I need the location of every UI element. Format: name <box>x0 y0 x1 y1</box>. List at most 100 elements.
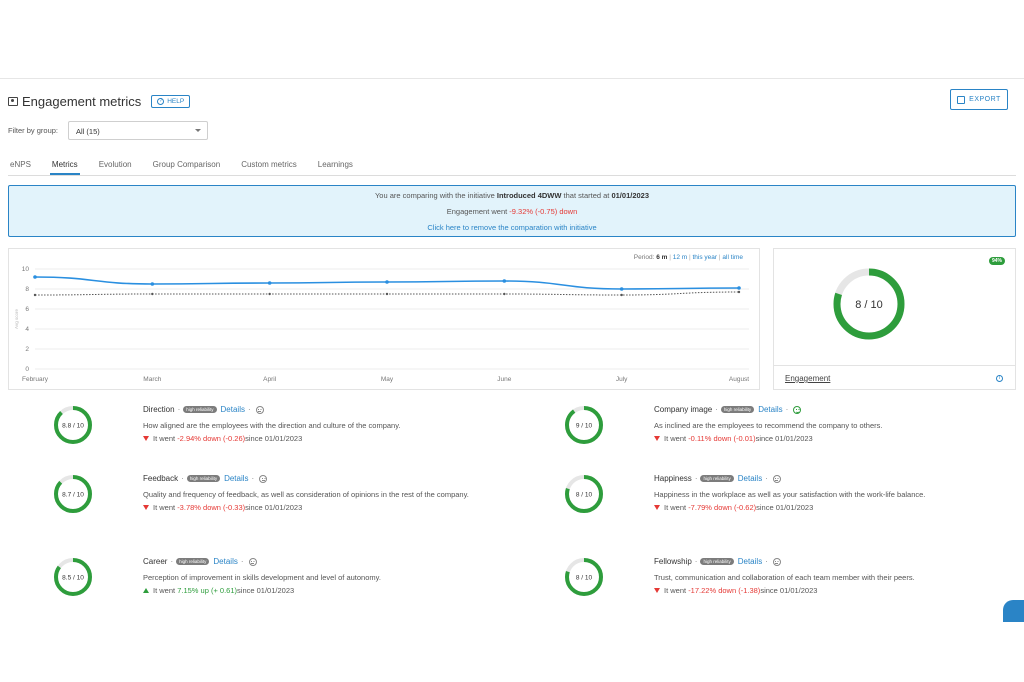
banner-line-change: Engagement went -9.32% (-0.75) down <box>446 207 578 216</box>
reliability-badge: high reliability <box>700 475 734 482</box>
tab-enps[interactable]: eNPS <box>8 159 33 175</box>
neutral-face-icon <box>248 557 257 566</box>
tab-learnings[interactable]: Learnings <box>316 159 355 175</box>
series-point-1 <box>737 290 741 294</box>
metric-score-ring: 8.7 / 10 <box>54 475 92 513</box>
smiley-face-icon <box>793 405 802 414</box>
trend-change: -7.79% down (-0.62) <box>688 503 757 512</box>
tab-group-comparison[interactable]: Group Comparison <box>151 159 223 175</box>
chevron-down-icon <box>195 129 201 132</box>
metric-trend: It went -2.94% down (-0.26) since 01/01/… <box>143 432 483 445</box>
help-icon: ? <box>157 97 165 105</box>
metric-body: Career · high reliability Details · Perceptio… <box>143 556 483 597</box>
reliability-badge: high reliability <box>183 406 217 413</box>
metric-score-text: 8.7 / 10 <box>62 492 84 499</box>
metric-score-ring: 8.8 / 10 <box>54 406 92 444</box>
remove-comparison-link[interactable]: Click here to remove the comparation wit… <box>9 223 1015 232</box>
neutral-face-icon <box>259 474 268 483</box>
reliability-badge: high reliability <box>720 406 755 413</box>
engagement-percent-badge: 94% <box>988 257 1005 265</box>
engagement-link[interactable]: Engagement <box>785 374 830 383</box>
y-tick-label: 10 <box>22 266 30 273</box>
x-tick-label: August <box>729 376 749 383</box>
metric-score-ring: 9 / 10 <box>565 406 603 444</box>
series-point-0 <box>619 287 624 291</box>
help-label: HELP <box>167 97 185 105</box>
metric-header: Career · high reliability Details · <box>143 556 483 567</box>
chat-button[interactable] <box>1003 600 1024 622</box>
export-icon <box>957 95 966 104</box>
series-point-1 <box>620 293 623 297</box>
metric-name: Direction <box>143 405 175 414</box>
metric-card-happiness: 8 / 10 Happiness · high reliability Details ·… <box>563 473 983 533</box>
tab-metrics[interactable]: Metrics <box>49 159 80 175</box>
arrow-down-icon <box>143 505 149 510</box>
details-link[interactable]: Details <box>221 405 245 414</box>
metric-body: Feedback · high reliability Details · Quality… <box>143 473 483 514</box>
details-link[interactable]: Details <box>738 557 762 566</box>
series-point-1 <box>268 292 271 296</box>
engagement-line-chart: 0 2 4 6 8 10 February March April May June July Augu… <box>14 266 749 383</box>
export-button[interactable]: EXPORT <box>950 89 1008 110</box>
tab-evolution[interactable]: Evolution <box>97 159 134 175</box>
metric-name: Company image <box>654 405 713 414</box>
metric-description: Quality and frequency of feedback, as we… <box>143 490 469 499</box>
group-filter-select[interactable]: All (15) <box>68 121 208 140</box>
help-button[interactable]: ? HELP <box>151 94 191 108</box>
group-filter-value: All (15) <box>76 127 100 136</box>
banner-line-initiative: You are comparing with the initiative In… <box>374 191 650 200</box>
initiative-name: Introduced 4DWW <box>496 191 562 200</box>
metric-card-feedback: 8.7 / 10 Feedback · high reliability Details… <box>52 473 472 533</box>
arrow-down-icon <box>654 436 660 441</box>
x-tick-label: March <box>143 376 161 383</box>
metric-score-text: 8 / 10 <box>576 575 593 582</box>
initiative-comparison-banner: You are comparing with the initiative In… <box>8 185 1016 237</box>
arrow-down-icon <box>654 588 660 593</box>
metric-card-company-image: 9 / 10 Company image · high reliability Deta… <box>563 404 983 464</box>
engagement-trend-card: Period: 6 m | 12 m | this year | all tim… <box>8 248 760 390</box>
tab-custom-metrics[interactable]: Custom metrics <box>239 159 299 175</box>
details-link[interactable]: Details <box>224 474 248 483</box>
metric-name: Fellowship <box>654 557 692 566</box>
metric-score-ring: 8.5 / 10 <box>54 558 92 596</box>
details-link[interactable]: Details <box>213 557 237 566</box>
trend-change: -0.11% down (-0.01) <box>688 434 756 443</box>
metric-trend: It went -17.22% down (-1.38) since 01/01… <box>654 584 994 597</box>
metric-header: Feedback · high reliability Details · <box>143 473 483 484</box>
y-axis-label: Avg score <box>14 309 19 329</box>
metric-trend: It went 7.15% up (+ 0.61) since 01/01/20… <box>143 584 483 597</box>
y-tick-label: 2 <box>25 346 29 353</box>
engagement-score-card: 94% 8 / 10 Engagement i <box>773 248 1016 390</box>
metric-name: Feedback <box>143 474 179 483</box>
initiative-start-date: 01/01/2023 <box>611 191 650 200</box>
metrics-icon <box>8 96 18 106</box>
metric-score-text: 8.5 / 10 <box>62 575 84 582</box>
metric-body: Direction · high reliability Details · How al… <box>143 404 483 445</box>
reliability-badge: high reliability <box>186 475 221 482</box>
metric-name: Career <box>143 557 168 566</box>
x-tick-label: February <box>22 376 49 383</box>
metric-body: Happiness · high reliability Details · Happin… <box>654 473 994 514</box>
metric-card-direction: 8.8 / 10 Direction · high reliability Detail… <box>52 404 472 464</box>
series-point-0 <box>33 275 37 279</box>
metric-header: Fellowship · high reliability Details · <box>654 556 994 567</box>
series-point-1 <box>503 292 506 296</box>
metric-trend: It went -0.11% down (-0.01) since 01/01/… <box>654 432 994 445</box>
details-link[interactable]: Details <box>758 405 782 414</box>
engagement-card-footer: Engagement i <box>774 365 1015 391</box>
series-point-0 <box>385 280 389 284</box>
export-label: EXPORT <box>969 96 1001 103</box>
metric-score-text: 9 / 10 <box>576 423 593 430</box>
metric-trend: It went -3.78% down (-0.33) since 01/01/… <box>143 501 483 514</box>
x-tick-label: July <box>616 376 628 383</box>
y-tick-label: 0 <box>25 366 29 373</box>
details-link[interactable]: Details <box>738 474 762 483</box>
trend-change: 7.15% up (+ 0.61) <box>177 586 238 595</box>
metric-header: Direction · high reliability Details · <box>143 404 483 415</box>
metric-body: Fellowship · high reliability Details · Trust… <box>654 556 994 597</box>
metric-body: Company image · high reliability Details · As… <box>654 404 994 445</box>
x-tick-label: June <box>497 376 511 383</box>
trend-change: -3.78% down (-0.33) <box>177 503 246 512</box>
tab-bar: eNPS Metrics Evolution Group Comparison … <box>8 159 1016 176</box>
info-icon[interactable]: i <box>996 375 1003 382</box>
